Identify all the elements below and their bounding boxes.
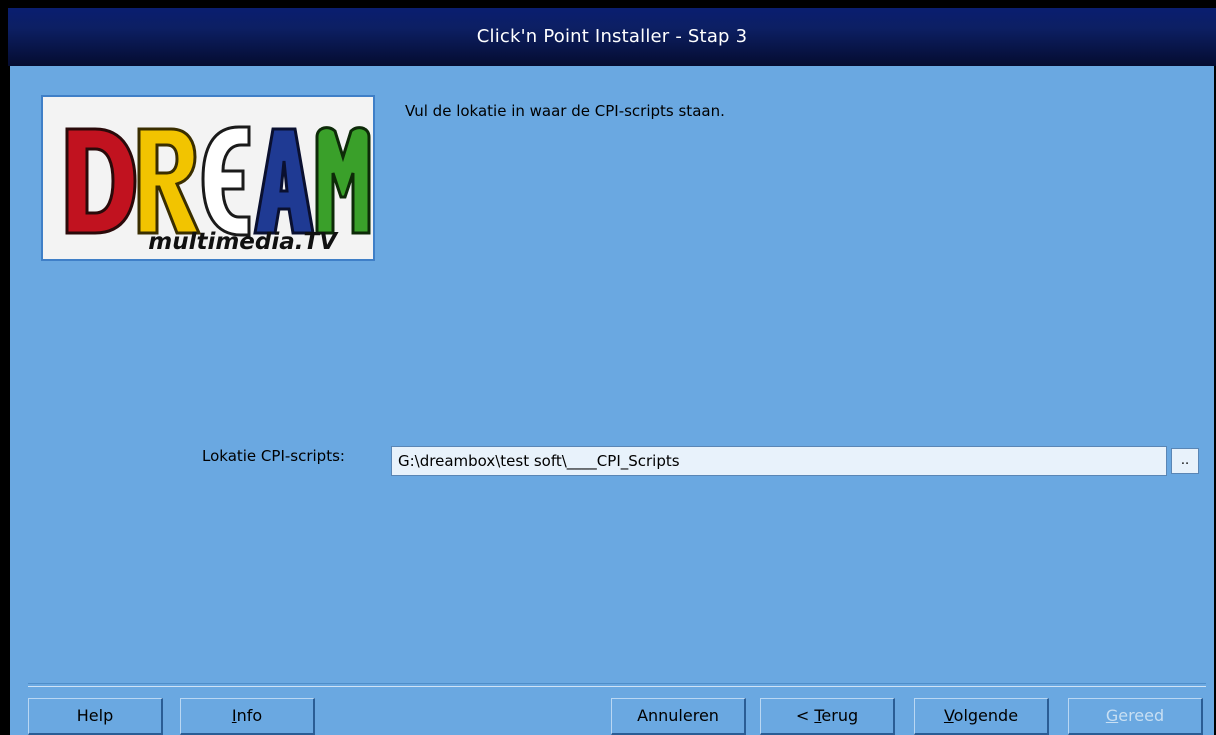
cancel-button[interactable]: Annuleren (611, 698, 746, 735)
back-button[interactable]: < Terug (760, 698, 895, 735)
button-separator (28, 683, 1206, 687)
next-mnemonic: V (943, 706, 954, 725)
info-label-rest: nfo (236, 706, 263, 725)
next-label-rest: olgende (953, 706, 1019, 725)
logo-graphic: multimedia.TV (65, 125, 371, 255)
step-instruction: Vul de lokatie in waar de CPI-scripts st… (405, 102, 725, 120)
finish-mnemonic: G (1105, 706, 1119, 725)
back-prefix: < (795, 706, 815, 725)
window-title: Click'n Point Installer - Stap 3 (8, 8, 1216, 66)
browse-button[interactable]: .. (1171, 448, 1199, 474)
dream-multimedia-logo: multimedia.TV (41, 95, 375, 261)
wizard-client-area: multimedia.TV Vul de lokatie in waar de … (10, 66, 1214, 735)
logo-subtext: multimedia.TV (148, 229, 339, 255)
back-label-rest: erug (821, 706, 859, 725)
help-button[interactable]: Help (28, 698, 163, 735)
finish-label-rest: ereed (1118, 706, 1165, 725)
scripts-location-input[interactable] (391, 446, 1167, 476)
info-button[interactable]: Info (180, 698, 315, 735)
next-button[interactable]: Volgende (914, 698, 1049, 735)
finish-button[interactable]: Gereed (1068, 698, 1203, 735)
scripts-location-label: Lokatie CPI-scripts: (202, 447, 345, 465)
installer-window: Click'n Point Installer - Stap 3 multime… (8, 8, 1216, 735)
